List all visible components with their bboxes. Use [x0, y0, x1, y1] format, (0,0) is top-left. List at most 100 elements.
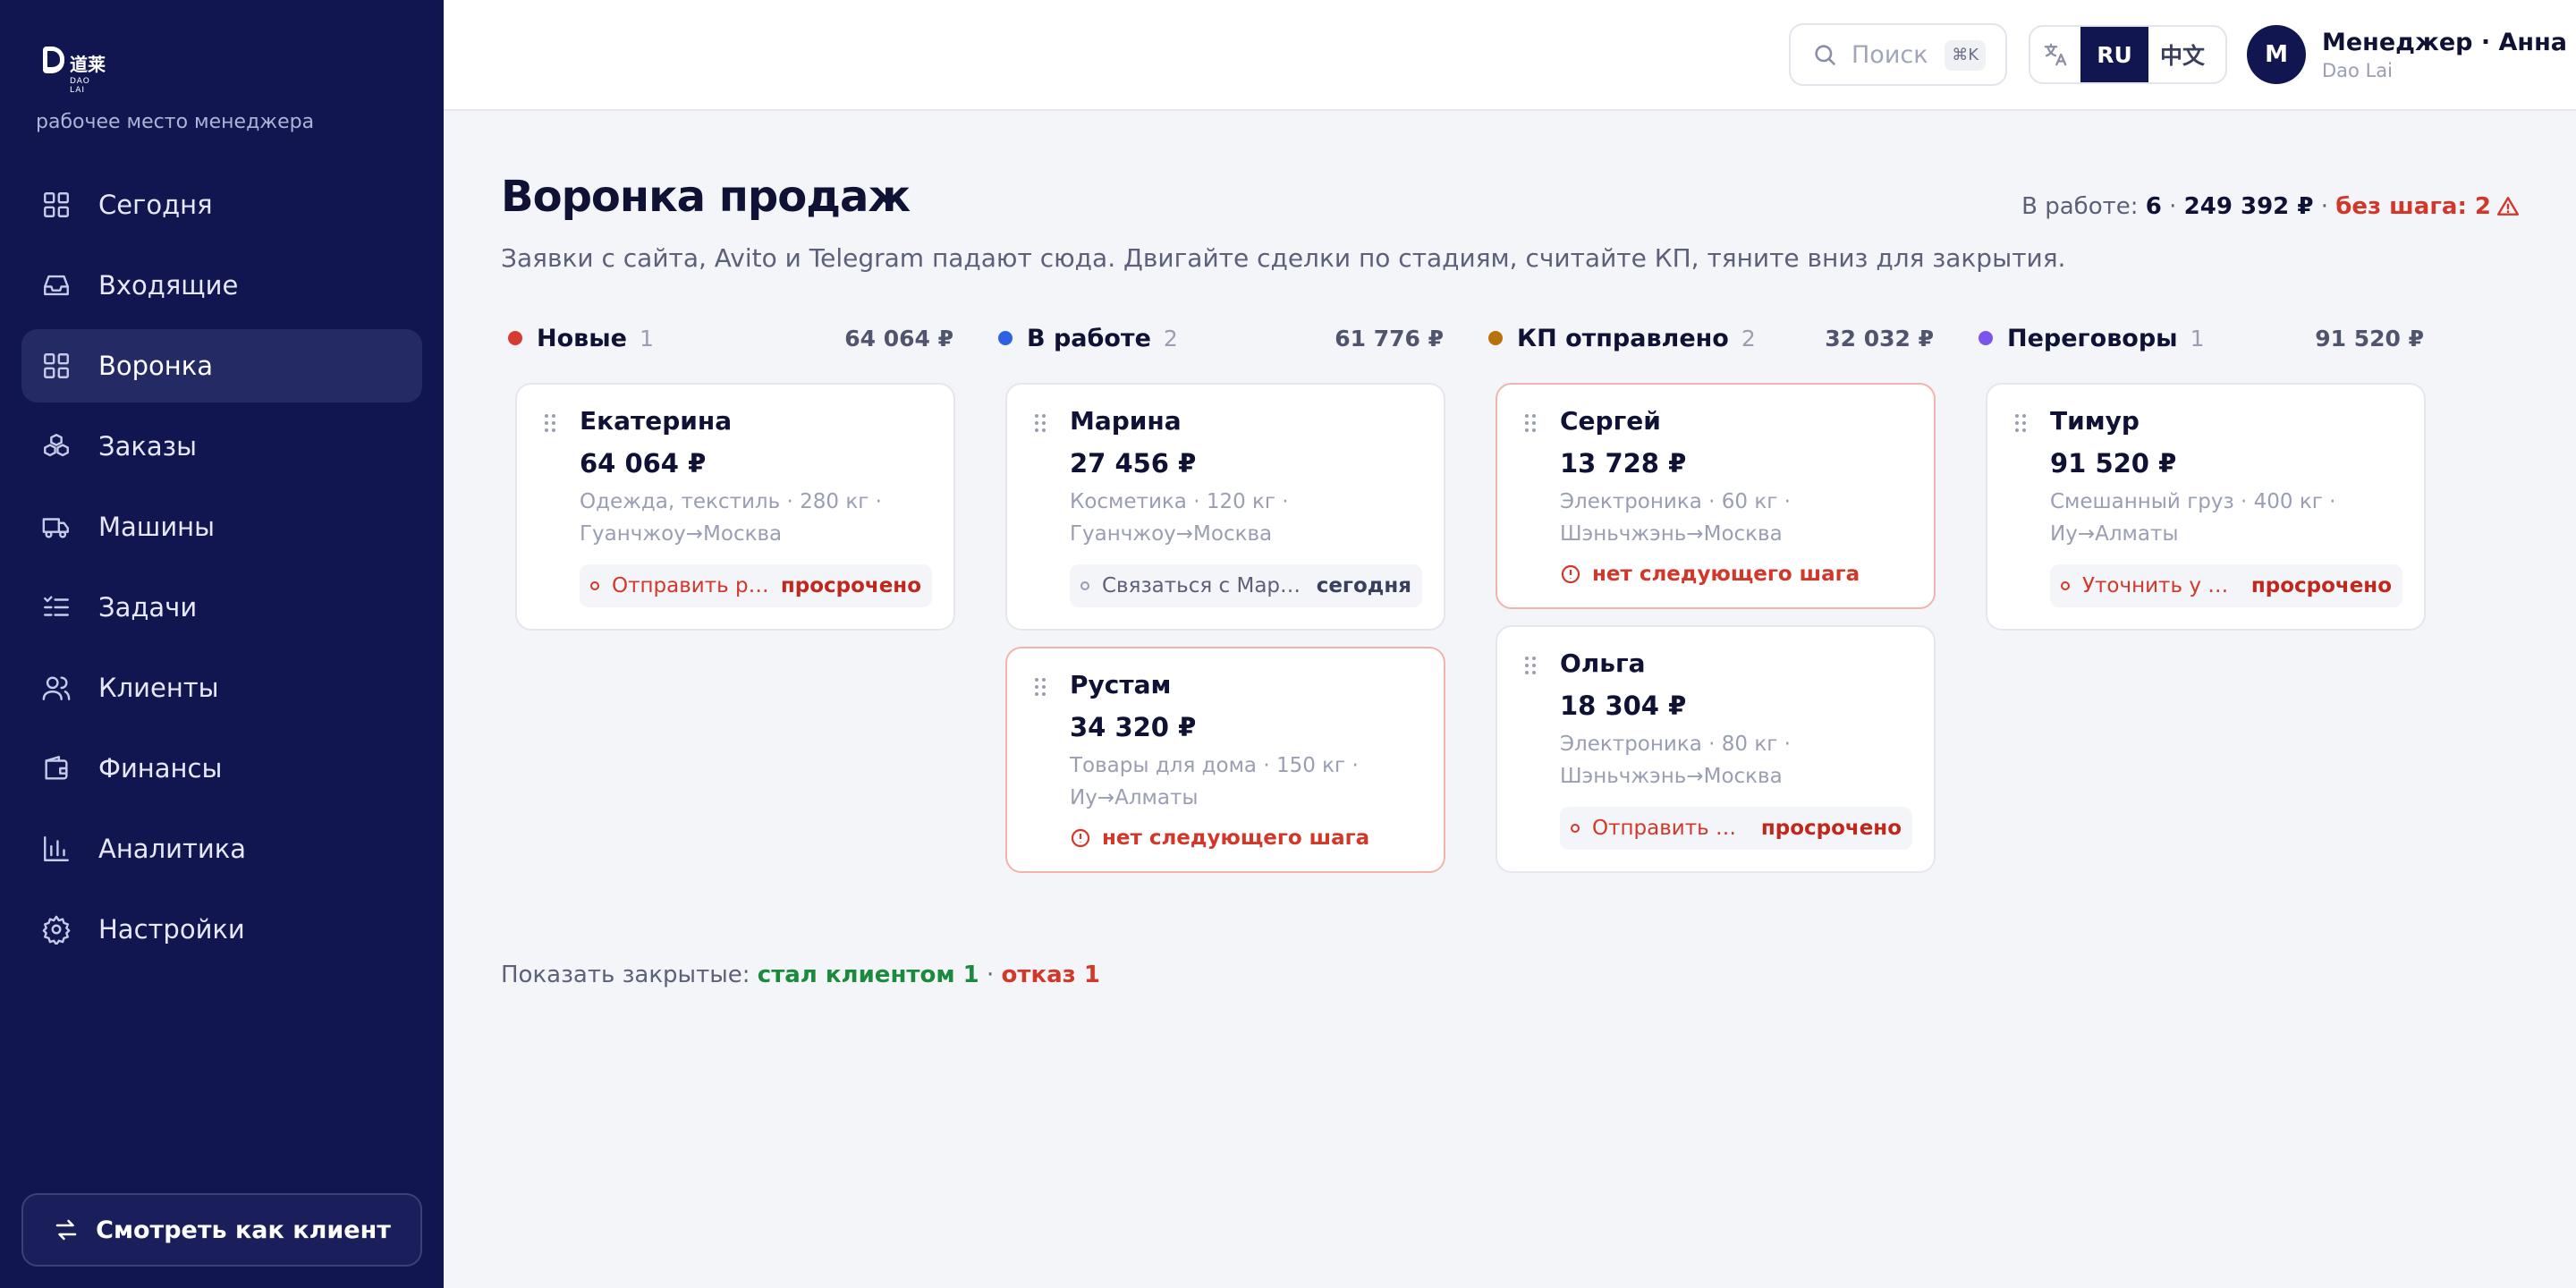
sidebar-item-finance[interactable]: Финансы — [21, 732, 422, 805]
drag-handle-icon[interactable] — [1524, 656, 1537, 675]
task-status-icon — [1571, 824, 1580, 833]
translate-icon — [2030, 27, 2080, 82]
wallet-icon — [41, 753, 72, 784]
deal-next-task[interactable]: Отправить КП повторно просрочено — [1560, 807, 1912, 850]
search-shortcut: ⌘K — [1945, 40, 1986, 71]
deal-amount: 18 304 ₽ — [1560, 691, 1687, 721]
show-lost-link[interactable]: отказ 1 — [1002, 962, 1100, 988]
deal-cargo: Электроника · 60 кг · — [1560, 490, 1791, 513]
logo-text: 道莱 — [70, 54, 106, 75]
column-title: КП отправлено — [1517, 324, 1729, 352]
deal-cargo: Одежда, текстиль · 280 кг · — [580, 490, 882, 513]
drag-handle-icon[interactable] — [2014, 413, 2027, 433]
deal-route: Гуанчжоу→Москва — [580, 522, 783, 546]
task-text: Уточнить у Тимура — [2082, 574, 2241, 597]
drag-handle-icon[interactable] — [544, 413, 556, 433]
task-due: сегодня — [1316, 574, 1411, 597]
deal-meta: Электроника · 80 кг · Шэньчжэнь→Москва — [1560, 728, 1912, 792]
view-as-client-button[interactable]: Смотреть как клиент — [21, 1193, 422, 1267]
topbar: ⌘K RU 中文 М Менеджер · Анна Dao Lai — [444, 0, 2576, 111]
lang-zh-button[interactable]: 中文 — [2148, 27, 2216, 82]
deal-client-name: Марина — [1070, 406, 1182, 436]
column-sum: 91 520 ₽ — [2315, 325, 2424, 352]
logo-mark-icon — [43, 47, 64, 73]
show-won-link[interactable]: стал клиентом 1 — [758, 962, 979, 988]
column-kp-sent: КП отправлено 2 32 032 ₽ Сергей 13 728 ₽… — [1481, 318, 1936, 889]
sidebar-item-today[interactable]: Сегодня — [21, 168, 422, 242]
logo-subtext: DAO LAI — [70, 77, 90, 95]
column-count: 1 — [2190, 325, 2205, 352]
sidebar-item-label: Финансы — [98, 753, 223, 784]
column-sum: 64 064 ₽ — [844, 325, 953, 352]
sidebar-item-trucks[interactable]: Машины — [21, 490, 422, 564]
lang-ru-button[interactable]: RU — [2080, 27, 2148, 82]
deal-meta: Одежда, текстиль · 280 кг · Гуанчжоу→Мос… — [580, 486, 932, 550]
truck-icon — [41, 512, 72, 542]
search-box[interactable]: ⌘K — [1789, 23, 2007, 86]
drag-handle-icon[interactable] — [1034, 413, 1046, 433]
deal-route: Гуанчжоу→Москва — [1070, 522, 1273, 546]
sidebar-subtitle: рабочее место менеджера — [36, 111, 315, 133]
column-count: 2 — [1741, 325, 1756, 352]
summary-separator: · — [2169, 193, 2177, 220]
deal-route: Шэньчжэнь→Москва — [1560, 522, 1783, 546]
summary-total: 249 392 ₽ — [2183, 193, 2314, 220]
status-dot-icon — [1488, 331, 1503, 345]
task-text: Связаться с Мариной — [1102, 574, 1306, 597]
deal-amount: 64 064 ₽ — [580, 448, 707, 479]
deal-client-name: Рустам — [1070, 670, 1172, 699]
grid-icon — [41, 190, 72, 220]
user-menu[interactable]: М Менеджер · Анна Dao Lai — [2247, 25, 2567, 84]
deal-client-name: Сергей — [1560, 406, 1661, 436]
avatar: М — [2247, 25, 2306, 84]
deal-meta: Смешанный груз · 400 кг · Иу→Алматы — [2050, 486, 2402, 550]
sidebar-item-label: Воронка — [98, 351, 214, 381]
column-cards: Тимур 91 520 ₽ Смешанный груз · 400 кг ·… — [1971, 383, 2426, 631]
sidebar-item-analytics[interactable]: Аналитика — [21, 812, 422, 886]
task-due: просрочено — [1760, 817, 1902, 840]
column-sum: 32 032 ₽ — [1825, 325, 1934, 352]
sidebar-item-tasks[interactable]: Задачи — [21, 571, 422, 644]
column-count: 1 — [639, 325, 654, 352]
sidebar-item-funnel[interactable]: Воронка — [21, 329, 422, 402]
chart-icon — [41, 834, 72, 864]
deal-client-name: Ольга — [1560, 648, 1646, 678]
column-title: Переговоры — [2007, 324, 2178, 352]
deal-next-task[interactable]: Уточнить у Тимура просрочено — [2050, 564, 2402, 607]
search-input[interactable] — [1852, 40, 1950, 69]
warning-icon — [2496, 197, 2520, 216]
deal-card[interactable]: Ольга 18 304 ₽ Электроника · 80 кг · Шэн… — [1496, 625, 1936, 873]
no-next-step-warning: нет следующего шага — [1560, 563, 1912, 586]
deal-card[interactable]: Марина 27 456 ₽ Косметика · 120 кг · Гуа… — [1005, 383, 1445, 631]
deal-card[interactable]: Екатерина 64 064 ₽ Одежда, текстиль · 28… — [515, 383, 955, 631]
deal-next-task[interactable]: Связаться с Мариной сегодня — [1070, 564, 1422, 607]
column-cards: Сергей 13 728 ₽ Электроника · 60 кг · Шэ… — [1481, 383, 1936, 873]
sidebar-item-orders[interactable]: Заказы — [21, 410, 422, 483]
drag-handle-icon[interactable] — [1524, 413, 1537, 433]
deal-card[interactable]: Сергей 13 728 ₽ Электроника · 60 кг · Шэ… — [1496, 383, 1936, 609]
user-info: Менеджер · Анна Dao Lai — [2322, 29, 2567, 81]
sidebar-item-clients[interactable]: Клиенты — [21, 651, 422, 724]
sidebar-item-inbox[interactable]: Входящие — [21, 249, 422, 322]
column-title: Новые — [537, 324, 627, 352]
deal-cargo: Электроника · 80 кг · — [1560, 733, 1791, 756]
deal-cargo: Косметика · 120 кг · — [1070, 490, 1289, 513]
sidebar-item-label: Настройки — [98, 914, 245, 945]
column-cards: Марина 27 456 ₽ Косметика · 120 кг · Гуа… — [991, 383, 1445, 873]
deal-meta: Электроника · 60 кг · Шэньчжэнь→Москва — [1560, 486, 1912, 550]
column-in-work: В работе 2 61 776 ₽ Марина 27 456 ₽ Косм… — [991, 318, 1445, 889]
deal-client-name: Тимур — [2050, 406, 2140, 436]
inbox-icon — [41, 270, 72, 301]
column-sum: 61 776 ₽ — [1335, 325, 1444, 352]
drag-handle-icon[interactable] — [1034, 677, 1046, 697]
sidebar-item-settings[interactable]: Настройки — [21, 893, 422, 966]
deal-card[interactable]: Тимур 91 520 ₽ Смешанный груз · 400 кг ·… — [1986, 383, 2426, 631]
task-status-icon — [590, 581, 599, 590]
deal-amount: 27 456 ₽ — [1070, 448, 1197, 479]
deal-card[interactable]: Рустам 34 320 ₽ Товары для дома · 150 кг… — [1005, 647, 1445, 873]
logo[interactable]: 道莱 DAO LAI — [43, 47, 106, 95]
summary-no-step: без шага: 2 — [2335, 193, 2491, 220]
page-title: Воронка продаж — [501, 172, 911, 222]
deal-next-task[interactable]: Отправить расчёт просрочено — [580, 564, 932, 607]
deal-route: Шэньчжэнь→Москва — [1560, 765, 1783, 788]
